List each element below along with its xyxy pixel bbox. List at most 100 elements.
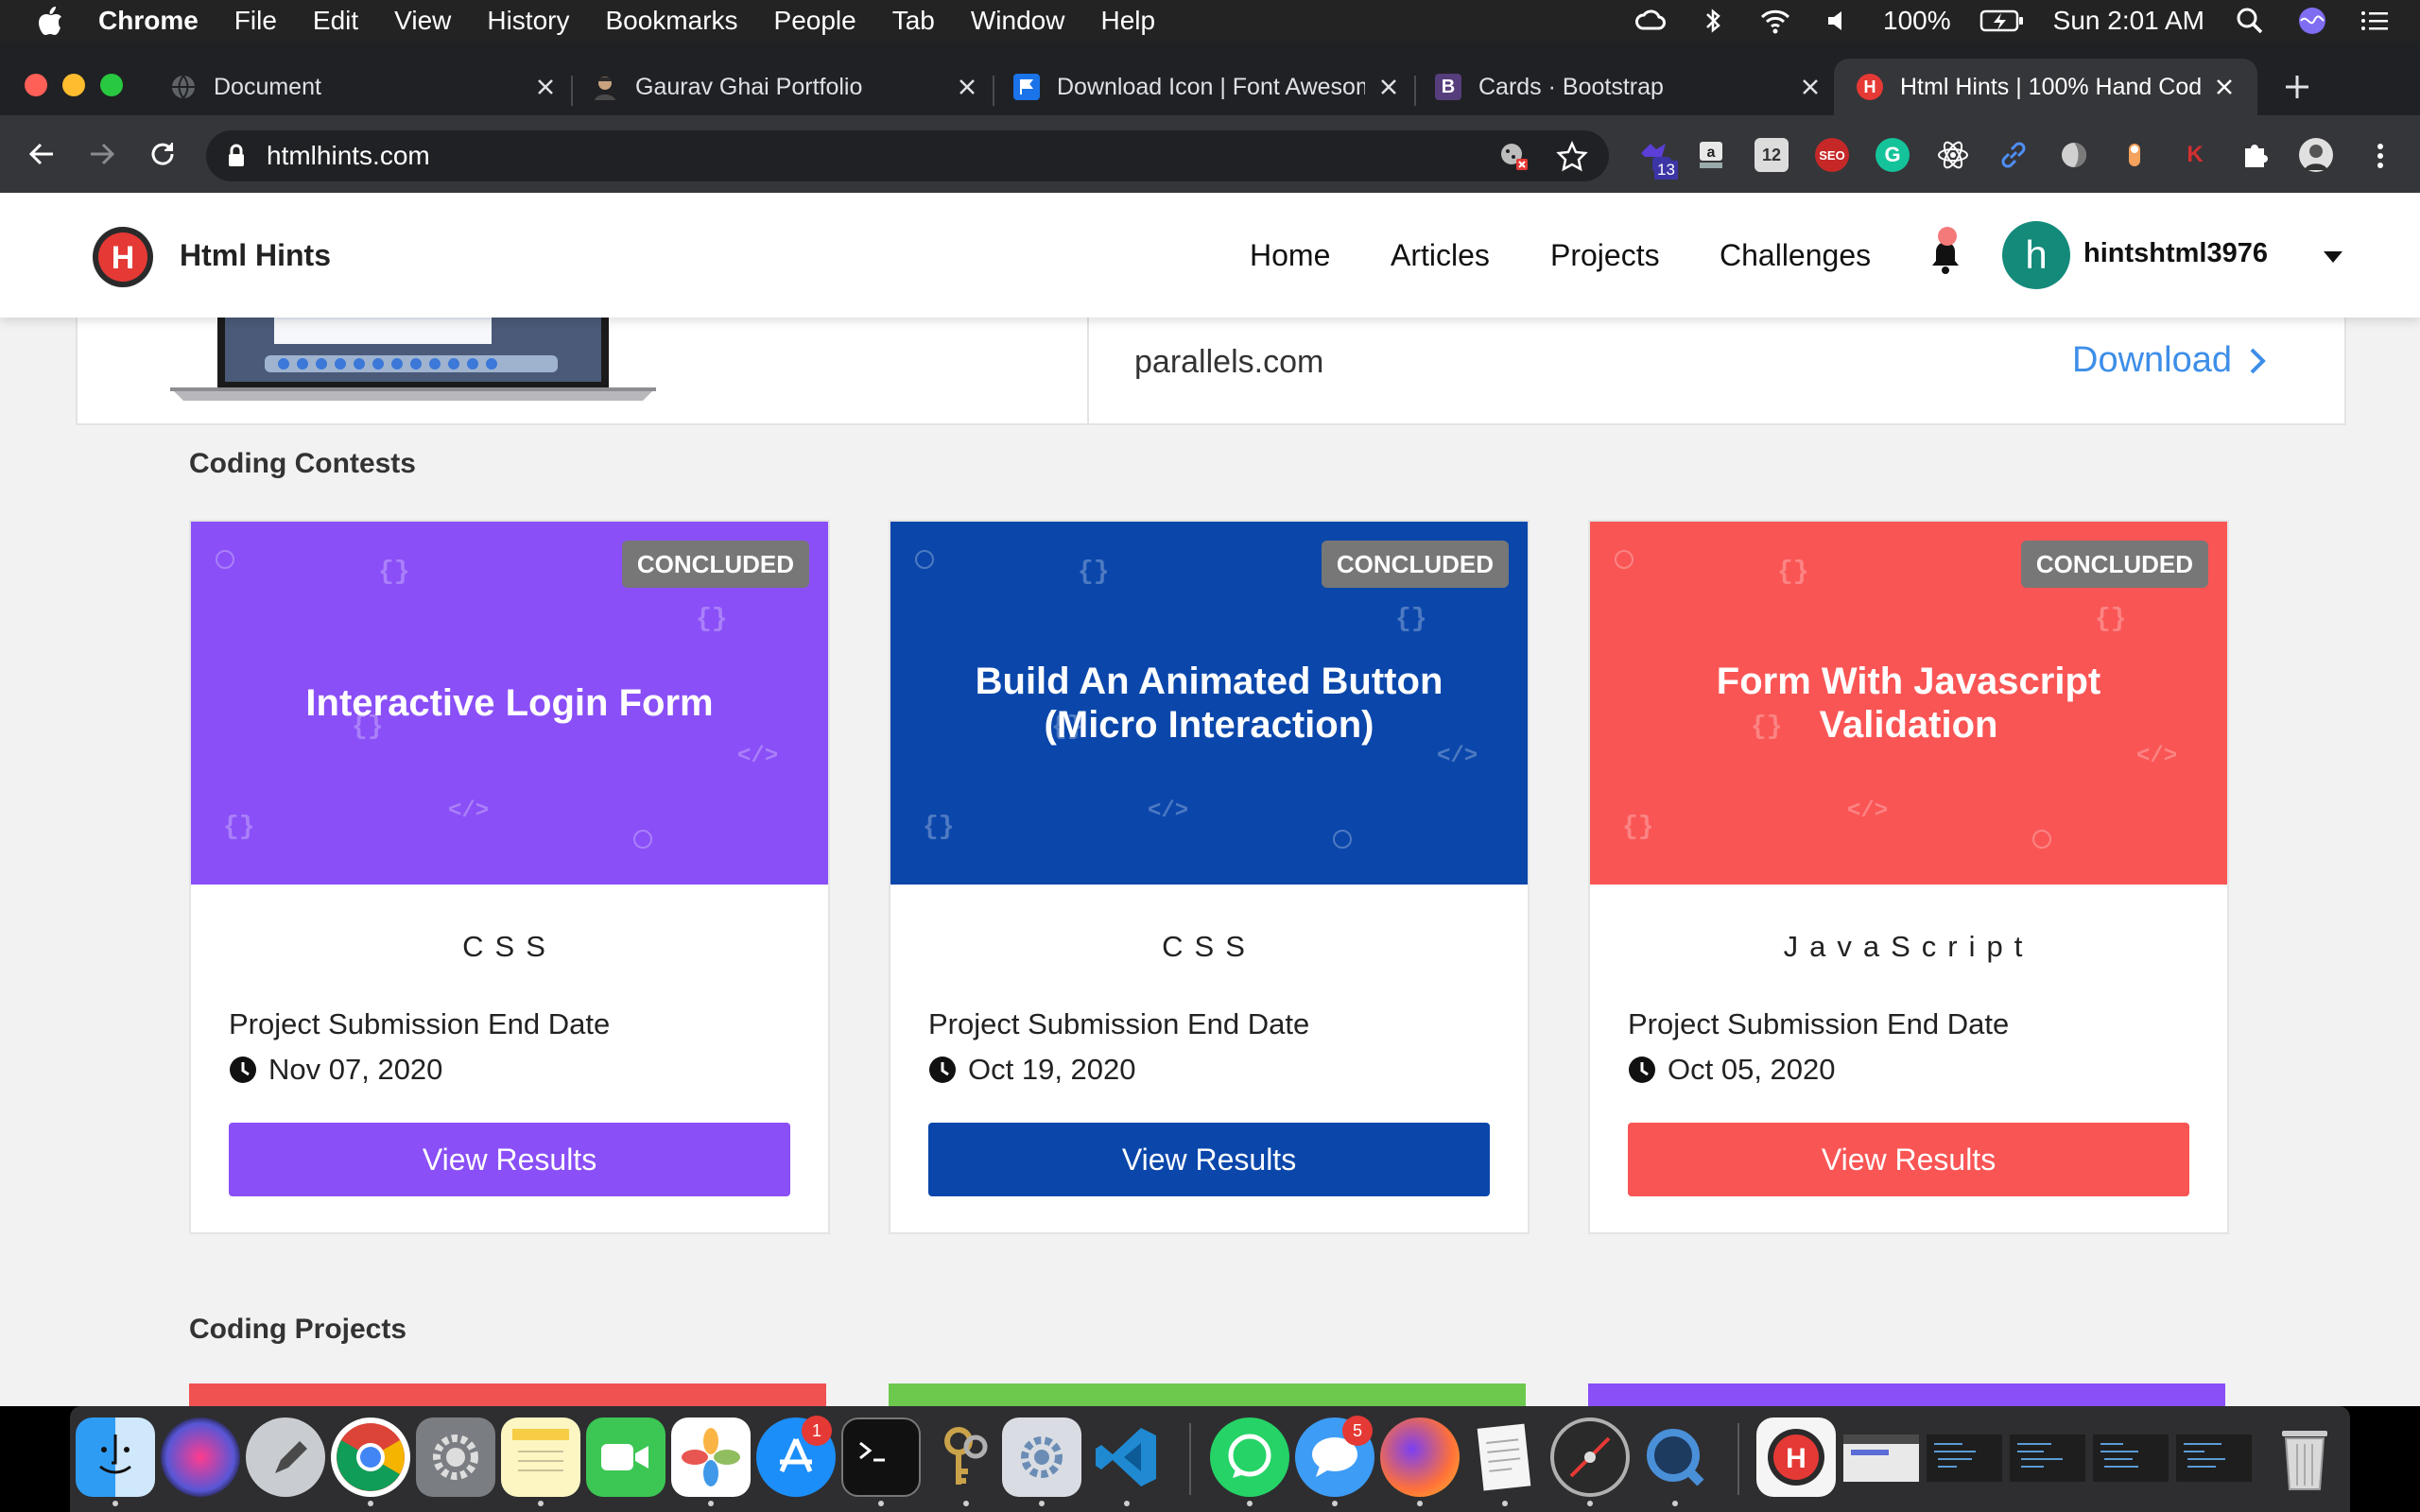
project-card-top[interactable] (889, 1383, 1526, 1406)
ad-domain[interactable]: parallels.com (1134, 344, 1323, 381)
tab-bootstrap[interactable]: B Cards · Bootstrap (1435, 59, 1821, 115)
address-bar[interactable]: htmlhints.com (206, 130, 1609, 181)
siri-icon[interactable] (2295, 6, 2329, 36)
tab-font-awesome[interactable]: Download Icon | Font Awesome (1013, 59, 1399, 115)
finder-icon[interactable] (76, 1418, 155, 1497)
ad-download-link[interactable]: Download (2072, 340, 2266, 381)
card-banner[interactable]: {}{}{}{} </> </> CONCLUDED Form With Java… (1590, 522, 2227, 885)
nav-articles[interactable]: Articles (1391, 238, 1490, 273)
calendar-extension-icon[interactable]: 12 (1754, 138, 1789, 172)
utility-gear-icon[interactable] (1002, 1418, 1081, 1497)
nav-home[interactable]: Home (1250, 238, 1330, 273)
chrome-menu-icon[interactable] (2369, 140, 2392, 172)
menu-people[interactable]: People (774, 6, 856, 36)
instruments-icon[interactable] (1550, 1418, 1630, 1497)
window-close-button[interactable] (25, 74, 47, 96)
contest-title[interactable]: Form With Javascript Validation (1628, 522, 2189, 885)
reload-icon[interactable] (146, 137, 180, 171)
menu-tab[interactable]: Tab (892, 6, 935, 36)
creative-cloud-icon[interactable] (1634, 6, 1668, 36)
bluetooth-icon[interactable] (1696, 6, 1730, 36)
window-thumbnail-code-icon[interactable] (1925, 1418, 2004, 1497)
textedit-icon[interactable] (1465, 1418, 1545, 1497)
htmlhints-logo[interactable]: H (91, 225, 155, 289)
tab-html-hints[interactable]: H Html Hints | 100% Hand Coded (1834, 59, 2257, 115)
username[interactable]: hintshtml3976 (2083, 238, 2268, 269)
bookmark-star-icon[interactable] (1556, 140, 1588, 172)
notes-icon[interactable] (501, 1418, 580, 1497)
photos-icon[interactable] (671, 1418, 751, 1497)
tab-close-icon[interactable] (1378, 77, 1399, 97)
menu-help[interactable]: Help (1100, 6, 1155, 36)
user-avatar[interactable]: h (2002, 221, 2070, 289)
menu-history[interactable]: History (487, 6, 569, 36)
menubar-clock[interactable]: Sun 2:01 AM (2053, 6, 2204, 36)
back-arrow-icon[interactable] (25, 137, 59, 171)
window-thumbnail-browser-icon[interactable] (1841, 1418, 1921, 1497)
view-results-button[interactable]: View Results (1628, 1123, 2189, 1196)
project-card-top[interactable] (189, 1383, 826, 1406)
siri-icon[interactable] (161, 1418, 240, 1497)
amazon-assistant-icon[interactable]: a (1694, 138, 1728, 172)
firefox-icon[interactable] (1380, 1418, 1460, 1497)
keychain-icon[interactable] (926, 1418, 1006, 1497)
tab-close-icon[interactable] (1800, 77, 1821, 97)
kanban-extension-icon[interactable]: K (2178, 138, 2212, 172)
tab-close-icon[interactable] (957, 77, 977, 97)
quicktime-icon[interactable] (1635, 1418, 1715, 1497)
chevron-down-icon[interactable] (2324, 251, 2342, 263)
spotlight-search-icon[interactable] (2233, 6, 2267, 36)
whatsapp-icon[interactable] (1210, 1418, 1289, 1497)
notification-center-icon[interactable] (2358, 6, 2392, 36)
react-devtools-icon[interactable] (1936, 138, 1970, 172)
menu-file[interactable]: File (234, 6, 277, 36)
contest-title[interactable]: Build An Animated Button (Micro Interact… (928, 522, 1490, 885)
apple-menu-icon[interactable] (36, 5, 64, 37)
battery-charging-icon[interactable] (1979, 6, 2025, 36)
volume-icon[interactable] (1821, 6, 1855, 36)
view-results-button[interactable]: View Results (229, 1123, 790, 1196)
window-zoom-button[interactable] (100, 74, 123, 96)
window-minimize-button[interactable] (62, 74, 85, 96)
window-thumbnail-code-icon[interactable] (2174, 1418, 2254, 1497)
window-thumbnail-code-icon[interactable] (2091, 1418, 2170, 1497)
system-preferences-icon[interactable] (416, 1418, 495, 1497)
blocked-cookie-icon[interactable] (1497, 140, 1530, 172)
link-extension-icon[interactable] (1996, 138, 2031, 172)
nav-projects[interactable]: Projects (1550, 238, 1660, 273)
tab-portfolio[interactable]: Gaurav Ghai Portfolio (592, 59, 977, 115)
launchpad-icon[interactable] (246, 1418, 325, 1497)
tab-close-icon[interactable] (2214, 77, 2235, 97)
seo-extension-icon[interactable]: SEO (1815, 138, 1849, 172)
forward-arrow-icon[interactable] (85, 137, 119, 171)
htmlhints-app-icon[interactable]: H (1756, 1418, 1836, 1497)
facetime-icon[interactable] (586, 1418, 666, 1497)
tab-close-icon[interactable] (535, 77, 556, 97)
colorzilla-icon[interactable] (2118, 138, 2152, 172)
profile-avatar-icon[interactable] (2299, 138, 2333, 172)
menu-window[interactable]: Window (971, 6, 1065, 36)
trash-icon[interactable] (2265, 1418, 2344, 1497)
vscode-icon[interactable] (1087, 1418, 1167, 1497)
brand-name[interactable]: Html Hints (180, 238, 331, 273)
contest-title[interactable]: Interactive Login Form (229, 522, 790, 885)
window-thumbnail-code-icon[interactable] (2008, 1418, 2087, 1497)
grammarly-icon[interactable]: G (1876, 138, 1910, 172)
nav-challenges[interactable]: Challenges (1720, 238, 1871, 273)
terminal-icon[interactable] (841, 1418, 921, 1497)
laptop-image (170, 306, 656, 401)
menu-edit[interactable]: Edit (313, 6, 358, 36)
menu-view[interactable]: View (394, 6, 451, 36)
extensions-puzzle-icon[interactable] (2238, 138, 2273, 172)
menu-bookmarks[interactable]: Bookmarks (605, 6, 737, 36)
tab-document[interactable]: Document (170, 59, 556, 115)
menu-app-chrome[interactable]: Chrome (98, 6, 199, 36)
chrome-icon[interactable] (331, 1418, 410, 1497)
view-results-button[interactable]: View Results (928, 1123, 1490, 1196)
card-banner[interactable]: {}{}{}{} </> </> CONCLUDED Build An Anima… (890, 522, 1528, 885)
wifi-icon[interactable] (1758, 6, 1792, 36)
new-tab-icon[interactable] (2280, 70, 2314, 104)
ghostery-icon[interactable] (2057, 138, 2091, 172)
project-card-top[interactable] (1588, 1383, 2225, 1406)
card-banner[interactable]: {}{}{}{} </> </> CONCLUDED Interactive Lo… (191, 522, 828, 885)
